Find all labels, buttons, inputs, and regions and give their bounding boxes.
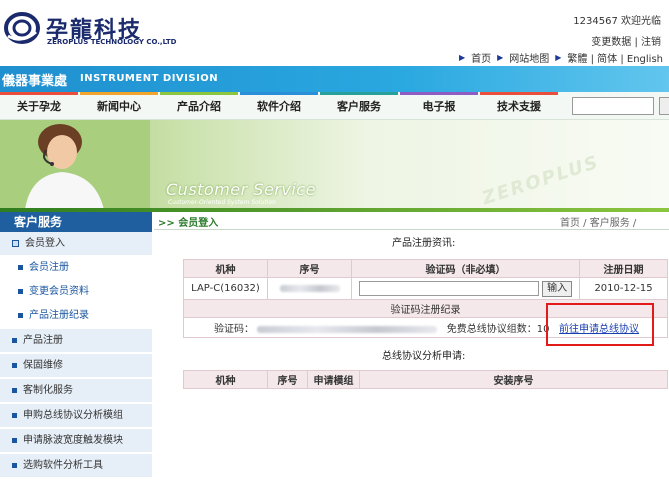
- sidebar-item-software-tools[interactable]: 选购软件分析工具: [0, 454, 152, 478]
- sidebar-item-label: 产品注册: [23, 335, 63, 346]
- column-header: 机种: [183, 370, 268, 389]
- bullet-icon: [12, 437, 17, 443]
- traditional-chinese-link[interactable]: 繁體: [567, 54, 587, 65]
- sidebar-item-member-login[interactable]: 会员登入: [0, 232, 152, 256]
- sidebar-item-label: 申请脉波宽度触发模块: [23, 435, 123, 446]
- menu-news-label: 新闻中心: [97, 100, 141, 113]
- sidebar-item-change-profile[interactable]: 变更会员资料: [0, 280, 152, 304]
- serial-cell: [267, 277, 352, 300]
- bullet-icon: [12, 362, 17, 368]
- column-header: 序号: [267, 370, 308, 389]
- table-header-row: 机种 序号 申请模组 安装序号: [183, 370, 668, 389]
- column-header: 机种: [183, 259, 268, 278]
- sidebar-item-warranty[interactable]: 保固维修: [0, 354, 152, 378]
- table-header-row: 机种 序号 验证码（非必填） 注册日期: [183, 259, 668, 278]
- code-cell: 输入: [351, 277, 580, 300]
- breadcrumb: 首页 / 客户服务 /: [560, 218, 637, 229]
- hero-title: Customer Service: [166, 180, 316, 199]
- user-welcome-text: 1234567 欢迎光临: [573, 16, 661, 27]
- redacted-code: [257, 325, 438, 333]
- sidebar-item-bus-protocol[interactable]: 申购总线协议分析模组: [0, 404, 152, 428]
- code-label: 验证码：: [214, 324, 254, 335]
- sidebar-item-label: 会员登入: [25, 238, 65, 249]
- simplified-chinese-link[interactable]: 简体: [597, 54, 617, 65]
- page-title: >> 会员登入: [158, 218, 219, 229]
- table-row: LAP-C(16032) 输入 2010-12-15: [183, 277, 668, 300]
- menu-support[interactable]: 技术支援: [480, 92, 558, 120]
- bullet-icon: [12, 387, 17, 393]
- analysis-table: 机种 序号 申请模组 安装序号: [183, 370, 668, 389]
- menu-about-label: 关于孕龙: [17, 100, 61, 113]
- menu-software[interactable]: 软件介绍: [240, 92, 318, 120]
- sidebar-item-label: 变更会员资料: [29, 286, 89, 297]
- bullet-icon: [12, 337, 17, 343]
- column-header: 注册日期: [579, 259, 668, 278]
- menu-products[interactable]: 产品介绍: [160, 92, 238, 120]
- english-link[interactable]: English: [627, 54, 663, 65]
- menu-service[interactable]: 客户服务: [320, 92, 398, 120]
- sidebar-title: 客户服务: [0, 212, 152, 232]
- search-button[interactable]: [659, 97, 669, 115]
- free-protocol-count: 免费总线协议组数：10: [446, 324, 550, 335]
- verification-code-input[interactable]: [358, 281, 539, 296]
- column-header: 申请模组: [307, 370, 360, 389]
- sidebar-item-label: 会员注册: [29, 262, 69, 273]
- top-nav: ▶ 首页 ▶ 网站地图 ▶ 繁體 | 简体 | English: [459, 50, 663, 65]
- sitemap-link[interactable]: 网站地图: [509, 50, 549, 65]
- sidebar-item-label: 产品注册纪录: [29, 310, 89, 321]
- bullet-icon: [18, 312, 23, 318]
- column-header: 验证码（非必填）: [351, 259, 580, 278]
- menu-news[interactable]: 新闻中心: [80, 92, 158, 120]
- brand-name-en: ZEROPLUS TECHNOLOGY CO.,LTD: [47, 38, 177, 46]
- sidebar-item-member-register[interactable]: 会员注册: [0, 256, 152, 280]
- menu-service-label: 客户服务: [337, 100, 381, 113]
- input-button[interactable]: 输入: [542, 280, 573, 297]
- triangle-icon: ▶: [497, 53, 504, 62]
- menu-software-label: 软件介绍: [257, 100, 301, 113]
- menu-newsletter-label: 电子报: [422, 100, 456, 113]
- highlight-box: [546, 303, 654, 346]
- account-links: 变更数据 | 注销: [591, 37, 661, 48]
- analysis-section-title: 总线协议分析申请:: [382, 351, 466, 362]
- sidebar-item-label: 客制化服务: [23, 385, 73, 396]
- menu-support-label: 技术支援: [497, 100, 541, 113]
- registration-section-title: 产品注册资讯:: [392, 238, 456, 249]
- zeroplus-logo-icon[interactable]: [4, 10, 40, 46]
- bullet-icon: [18, 288, 23, 294]
- logout-link[interactable]: 注销: [641, 37, 661, 48]
- sidebar-item-label: 选购软件分析工具: [23, 460, 103, 471]
- column-header: 序号: [267, 259, 352, 278]
- sidebar-item-product-register[interactable]: 产品注册: [0, 329, 152, 353]
- menu-about[interactable]: 关于孕龙: [0, 92, 78, 120]
- home-link[interactable]: 首页: [471, 50, 491, 65]
- triangle-icon: ▶: [555, 53, 562, 62]
- sidebar-item-label: 申购总线协议分析模组: [23, 410, 123, 421]
- change-profile-link[interactable]: 变更数据: [591, 37, 631, 48]
- sidebar-item-custom-service[interactable]: 客制化服务: [0, 379, 152, 403]
- sidebar-item-pulse-trigger[interactable]: 申请脉波宽度触发模块: [0, 429, 152, 453]
- sidebar-item-label: 保固维修: [23, 360, 63, 371]
- bullet-icon: [18, 264, 23, 270]
- hero-subtitle: Customer-Oriented System Solution: [168, 199, 276, 206]
- sidebar-item-register-record[interactable]: 产品注册纪录: [0, 304, 152, 328]
- menu-newsletter[interactable]: 电子报: [400, 92, 478, 120]
- bullet-icon: [12, 462, 17, 468]
- redacted-serial: [279, 284, 340, 292]
- page-root: 孕龍科技 ZEROPLUS TECHNOLOGY CO.,LTD 1234567…: [0, 0, 669, 486]
- bullet-icon: [12, 412, 17, 418]
- triangle-icon: ▶: [458, 53, 466, 62]
- box-bullet-icon: [12, 239, 19, 247]
- menu-products-label: 产品介绍: [177, 100, 221, 113]
- model-cell: LAP-C(16032): [183, 277, 268, 300]
- column-header: 安装序号: [359, 370, 668, 389]
- search-input[interactable]: [572, 97, 654, 115]
- division-name-en: INSTRUMENT DIVISION: [80, 73, 219, 84]
- date-cell: 2010-12-15: [579, 277, 668, 300]
- support-agent-image: [0, 120, 150, 210]
- division-name: 儀器事業處: [2, 74, 68, 89]
